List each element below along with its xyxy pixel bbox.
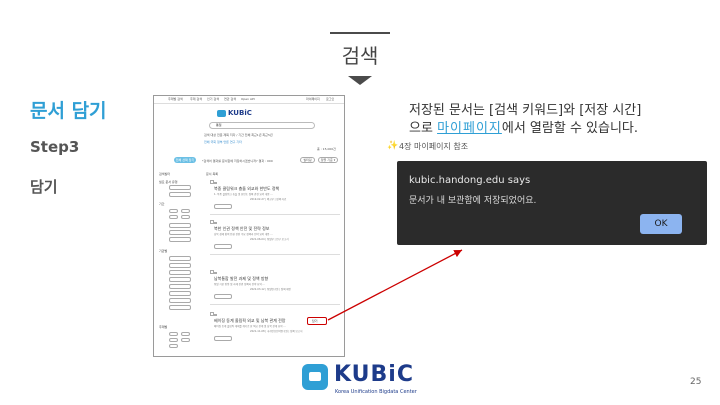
date-chip[interactable] <box>181 215 190 219</box>
search-input[interactable]: 통일 <box>209 122 315 129</box>
sparkle-icon: ✨ <box>387 141 399 151</box>
nav-item[interactable]: 주제 검색 <box>190 97 202 101</box>
more-button[interactable] <box>214 204 232 209</box>
result-item: 북중 클림워크 충돌 외교와 한반도 정책 1. 북중 클림워크 충돌 및 한반… <box>210 178 340 215</box>
org-option[interactable] <box>169 263 191 268</box>
explanation-line-2: 으로 마이페이지에서 열람할 수 있습니다. <box>409 121 639 136</box>
kubic-logo-icon <box>217 110 226 117</box>
org-option[interactable] <box>169 256 191 261</box>
result-meta: 2021-11-08 | 국가안보전략연구원 | 정책 보고서 <box>250 330 303 333</box>
nav-item[interactable]: 인기 검색 <box>207 97 219 101</box>
mypage-link[interactable]: 마이페이지 <box>437 121 502 136</box>
action-label: 담기 <box>30 178 58 196</box>
result-snippet: 남북 경제 협력 인권 관련 주요 정책과 전략 요약 내용 ... <box>214 233 273 236</box>
page-number: 25 <box>690 377 702 387</box>
org-option[interactable] <box>169 291 191 296</box>
topic-chip[interactable] <box>169 332 178 336</box>
logo-name: KUBiC <box>334 362 414 387</box>
more-button[interactable] <box>214 244 232 249</box>
type-label: 필요 문서 유형 <box>159 180 178 184</box>
date-label: 기간 <box>159 202 165 206</box>
slide-title: 검색 <box>341 44 379 68</box>
divider <box>210 304 340 305</box>
topic-chip[interactable] <box>169 344 178 348</box>
divider <box>210 254 340 255</box>
result-tag <box>214 314 217 316</box>
header-triangle-icon <box>348 76 372 85</box>
result-meta: 2021-06-04 | 통일부 | 연구 보고서 <box>250 238 289 241</box>
org-label: 기관별 <box>159 249 168 253</box>
nav-item[interactable]: 주제별 검색 <box>168 97 183 101</box>
org-option[interactable] <box>169 305 191 310</box>
category-tabs[interactable]: 전체 국회 정부 언론 연구 기타 <box>204 140 242 144</box>
more-button[interactable] <box>214 336 232 341</box>
ok-button[interactable]: OK <box>640 214 682 234</box>
topic-chip[interactable] <box>181 332 190 336</box>
search-options[interactable]: 검색 대상 전문 제목 저자 / 기간 전체 최근1년 최근5년 <box>204 133 273 137</box>
result-tag <box>214 182 217 184</box>
date-chip[interactable] <box>169 215 178 219</box>
alert-dialog: kubic.handong.edu says 문서가 내 보관함에 저장되었어요… <box>397 161 707 245</box>
org-option[interactable] <box>169 277 191 282</box>
header-divider <box>330 32 390 34</box>
date-chip[interactable] <box>169 209 178 213</box>
footer-logo: KUBiC Korea Unification Bigdata Center <box>302 362 442 398</box>
reference-note: 4장 마이페이지 참조 <box>399 142 469 151</box>
result-snippet: 통일 기본 방향 및 과제 관련 정책과 전략 요약 ... <box>214 283 265 286</box>
save-hint: *검색어 결과를 문서함에 저장하시겠습니까? 결과 : 000 <box>202 159 273 163</box>
sort-button[interactable]: 정렬 기준 ▾ <box>318 157 338 163</box>
topic-chip[interactable] <box>181 338 190 342</box>
org-option[interactable] <box>169 284 191 289</box>
date-input[interactable] <box>169 223 191 228</box>
result-item: 북한 인권 정책 안전 및 전략 정보 남북 경제 협력 인권 관련 주요 정책… <box>210 218 340 255</box>
section-heading: 문서 담기 <box>30 100 107 122</box>
logo-subtitle: Korea Unification Bigdata Center <box>335 389 417 395</box>
save-button[interactable]: 담기 <box>307 317 327 325</box>
org-option[interactable] <box>169 298 191 303</box>
divider <box>210 214 340 215</box>
topic-chip[interactable] <box>169 338 178 342</box>
result-snippet: 1. 북중 클림워크 충돌 및 한반도 정책 관련 요약 내용 ... <box>214 193 273 196</box>
filter-option[interactable] <box>169 192 191 197</box>
sidebar-title: 검색필터 <box>159 172 171 176</box>
result-item: 남북통합 발전 과제 및 정책 방향 통일 기본 방향 및 과제 관련 정책과 … <box>210 268 340 305</box>
kubic-mark-icon <box>302 364 328 390</box>
nav-item[interactable]: 로그인 <box>326 97 334 101</box>
filter-button[interactable]: 필터링 <box>300 157 315 163</box>
date-input[interactable] <box>169 237 191 242</box>
explanation-line-1: 저장된 문서는 [검색 키워드]와 [저장 시간] <box>409 103 642 118</box>
filter-sidebar: 검색필터 필요 문서 유형 기간 기관별 주제별 <box>157 172 197 352</box>
results-title: 문서 목록 <box>206 172 218 176</box>
search-results-screenshot: 주제별 검색 주제 검색 인기 검색 연관 검색 Open API 마이페이지 … <box>153 95 345 357</box>
step-label: Step3 <box>30 138 80 156</box>
result-meta: 2019-02-27 | 외교부 | 정책 자료 <box>250 198 287 201</box>
date-chip[interactable] <box>181 209 190 213</box>
top-nav: 주제별 검색 주제 검색 인기 검색 연관 검색 Open API 마이페이지 … <box>154 96 344 104</box>
result-tag <box>214 272 217 274</box>
explanation-text: 저장된 문서는 [검색 키워드]와 [저장 시간] 으로 마이페이지에서 열람할… <box>409 102 709 138</box>
nav-item[interactable]: 마이페이지 <box>306 97 320 101</box>
result-meta: 2022-03-12 | 통일연구원 | 정책 제안 <box>250 288 291 291</box>
org-option[interactable] <box>169 270 191 275</box>
date-input[interactable] <box>169 230 191 235</box>
topic-label: 주제별 <box>159 325 168 329</box>
select-all-save-button[interactable]: 전체 선택 담기 <box>174 157 196 163</box>
nav-item[interactable]: 연관 검색 <box>224 97 236 101</box>
result-item: 베이징 동계 올림픽 외교 및 남북 관계 전망 베이징 동계 올림픽 개최를 … <box>210 310 340 347</box>
total-count: 총 : 15,000건 <box>317 147 336 151</box>
more-button[interactable] <box>214 294 232 299</box>
alert-site: kubic.handong.edu says <box>409 175 531 186</box>
result-tag <box>214 222 217 224</box>
alert-message: 문서가 내 보관함에 저장되었어요. <box>409 196 537 206</box>
nav-item[interactable]: Open API <box>241 97 255 101</box>
filter-option[interactable] <box>169 185 191 190</box>
